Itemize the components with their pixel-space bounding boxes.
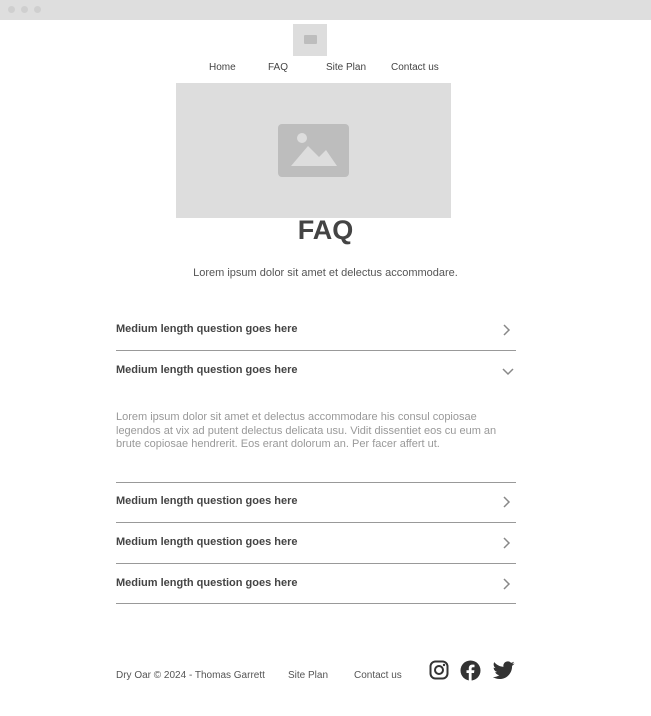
window-close-dot[interactable]: [8, 6, 15, 13]
faq-question: Medium length question goes here: [116, 323, 298, 335]
faq-item[interactable]: Medium length question goes here: [116, 493, 516, 511]
footer-contact-link[interactable]: Contact us: [354, 670, 402, 681]
chevron-right-icon: [503, 324, 511, 336]
faq-question: Medium length question goes here: [116, 577, 298, 589]
nav-contact-link[interactable]: Contact us: [391, 62, 439, 73]
site-logo[interactable]: [293, 24, 327, 56]
faq-item[interactable]: Medium length question goes here: [116, 534, 516, 552]
nav-home-link[interactable]: Home: [209, 62, 236, 73]
window-titlebar: [0, 0, 651, 20]
page-title: FAQ: [297, 215, 354, 245]
faq-divider: [116, 350, 516, 351]
window-maximize-dot[interactable]: [34, 6, 41, 13]
faq-divider: [116, 482, 516, 483]
hero-image-placeholder: [176, 83, 451, 218]
faq-question: Medium length question goes here: [116, 536, 298, 548]
faq-divider: [116, 563, 516, 564]
image-placeholder-icon: [304, 35, 317, 44]
faq-question: Medium length question goes here: [116, 364, 298, 376]
faq-question: Medium length question goes here: [116, 495, 298, 507]
faq-item[interactable]: Medium length question goes here: [116, 575, 516, 593]
footer-copyright: Dry Oar © 2024 - Thomas Garrett: [116, 670, 265, 681]
nav-faq-link[interactable]: FAQ: [268, 62, 288, 73]
faq-item-expanded[interactable]: Medium length question goes here: [116, 362, 516, 380]
facebook-icon[interactable]: [460, 660, 481, 681]
chevron-right-icon: [503, 578, 511, 590]
window-minimize-dot[interactable]: [21, 6, 28, 13]
page-intro: Lorem ipsum dolor sit amet et delectus a…: [193, 267, 458, 279]
faq-divider: [116, 522, 516, 523]
chevron-right-icon: [503, 537, 511, 549]
chevron-down-icon: [502, 368, 514, 376]
nav-site-plan-link[interactable]: Site Plan: [326, 62, 366, 73]
faq-item[interactable]: Medium length question goes here: [116, 321, 516, 339]
image-placeholder-icon: [278, 124, 349, 177]
footer-site-plan-link[interactable]: Site Plan: [288, 670, 328, 681]
faq-answer: Lorem ipsum dolor sit amet et delectus a…: [116, 411, 497, 450]
instagram-icon[interactable]: [429, 660, 449, 680]
faq-divider: [116, 603, 516, 604]
chevron-right-icon: [503, 496, 511, 508]
twitter-icon[interactable]: [493, 661, 515, 680]
